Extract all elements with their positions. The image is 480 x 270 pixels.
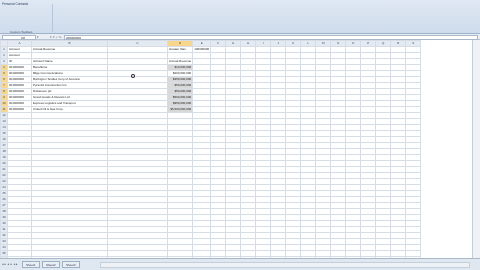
ribbon: Personal Contacts Custom Toolbars — [0, 0, 480, 34]
chevron-down-icon[interactable]: ▾ — [37, 35, 39, 39]
mouse-cursor-icon — [131, 74, 135, 78]
spreadsheet-grid[interactable]: ABCDEFGHIJKLMNOPQRS 1 Account Annual Reven… — [0, 40, 472, 258]
sheet-nav-arrows-icon[interactable]: ◂◂ ◂ ▸ ▸▸ — [2, 262, 18, 266]
formula-buttons[interactable]: ▾ ✕ ✓ fx — [50, 35, 61, 39]
vertical-scrollbar[interactable] — [472, 40, 480, 258]
sheet-tab-2[interactable]: Sheet2 — [42, 261, 60, 268]
cell[interactable]: 100000000 — [192, 46, 212, 53]
ribbon-group: Custom Toolbars — [2, 4, 53, 34]
horizontal-scrollbar[interactable] — [100, 262, 470, 268]
cell[interactable]: Annual Revenue — [166, 58, 194, 65]
cell[interactable]: $5,600,000,000 — [166, 106, 194, 113]
sheet-tabs-bar: ◂◂ ◂ ▸ ▸▸ Sheet1 Sheet2 Sheet3 — [0, 258, 480, 270]
cell-table[interactable]: ABCDEFGHIJKLMNOPQRS 1 Account Annual Reven… — [0, 40, 422, 258]
sheet-tab-3[interactable]: Sheet3 — [62, 261, 80, 268]
formula-input[interactable]: 200000000 — [64, 34, 478, 40]
sheet-tab-1[interactable]: Sheet1 — [22, 261, 40, 268]
name-box[interactable]: C8 — [2, 34, 36, 40]
